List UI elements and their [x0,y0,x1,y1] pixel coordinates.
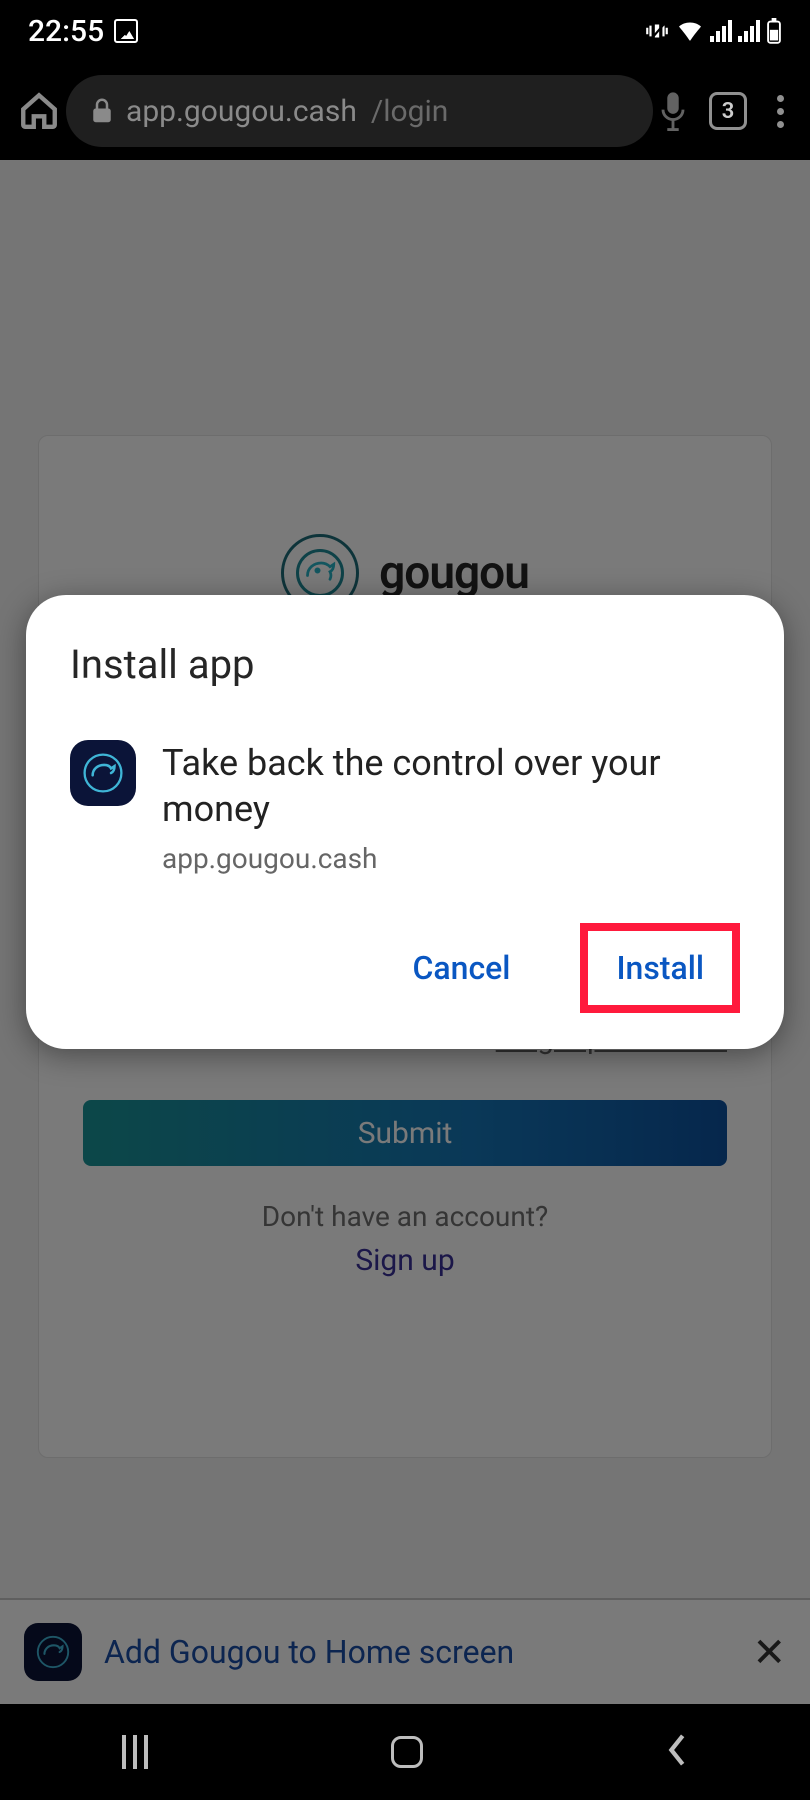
lock-icon [92,98,112,124]
home-icon[interactable] [18,90,60,132]
tab-count: 3 [722,99,735,124]
dialog-url: app.gougou.cash [162,842,740,875]
install-highlight: Install [580,923,740,1013]
address-bar[interactable]: app.gougou.cash/login [66,75,653,147]
tabs-button[interactable]: 3 [709,92,747,130]
dialog-message: Take back the control over your money [162,740,740,832]
browser-toolbar: app.gougou.cash/login 3 [0,62,810,160]
signal-icon [710,20,732,42]
home-button[interactable] [391,1736,423,1768]
address-host: app.gougou.cash [126,94,357,129]
back-button[interactable] [666,1733,688,1771]
install-app-dialog: Install app Take back the control over y… [26,595,784,1049]
status-time: 22:55 [28,14,104,49]
cancel-button[interactable]: Cancel [382,933,540,1003]
android-nav-bar [0,1704,810,1800]
battery-icon [766,18,782,44]
wifi-icon [676,20,704,42]
app-icon [70,740,136,806]
address-path: /login [371,94,449,129]
status-bar: 22:55 [0,0,810,62]
status-icons [644,18,782,44]
recents-button[interactable] [122,1735,148,1769]
overflow-menu-icon[interactable] [769,95,792,128]
signal-icon-2 [738,20,760,42]
dialog-title: Install app [70,641,740,688]
install-button[interactable]: Install [594,937,726,999]
vibrate-mute-icon [644,18,670,44]
mic-icon[interactable] [659,91,687,131]
image-icon [114,19,138,43]
